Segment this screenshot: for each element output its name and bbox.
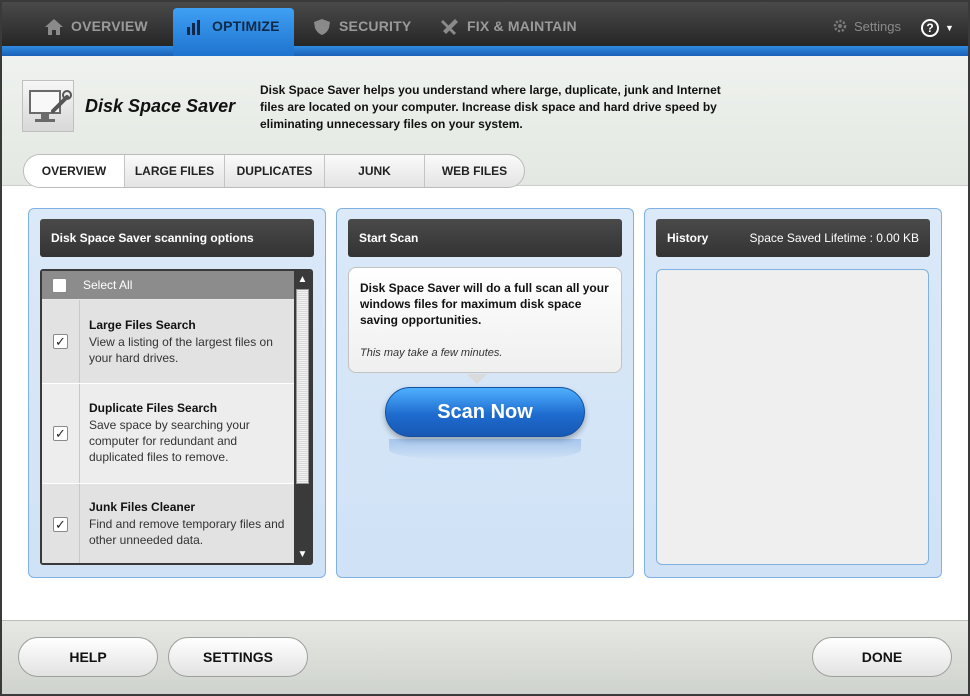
- option-text: Duplicate Files Search Save space by sea…: [89, 401, 288, 465]
- settings-label: Settings: [854, 18, 901, 34]
- option-title: Large Files Search: [89, 318, 196, 332]
- tools-icon: [441, 19, 458, 35]
- scan-now-button[interactable]: Scan Now: [385, 387, 585, 437]
- chevron-down-icon: ▼: [945, 23, 954, 33]
- option-text: Large Files Search View a listing of the…: [89, 318, 288, 366]
- scan-info-bubble: Disk Space Saver will do a full scan all…: [348, 267, 622, 373]
- checkbox-cell: ✓: [42, 484, 80, 563]
- panel-heading-bar: History Space Saved Lifetime : 0.00 KB: [656, 219, 930, 257]
- list-item: ✓ Large Files Search View a listing of t…: [42, 300, 296, 384]
- nav-tab-label: FIX & MAINTAIN: [467, 18, 577, 34]
- select-all-label: Select All: [83, 278, 133, 292]
- help-icon: ?: [921, 19, 939, 37]
- list-item: ✓ Junk Files Cleaner Find and remove tem…: [42, 484, 296, 563]
- scroll-thumb[interactable]: [296, 289, 309, 484]
- checkbox-cell: ✓: [42, 384, 80, 483]
- subtab-large-files[interactable]: LARGE FILES: [124, 155, 224, 187]
- nav-tab-optimize[interactable]: OPTIMIZE: [173, 8, 294, 56]
- history-panel: History Space Saved Lifetime : 0.00 KB: [644, 208, 942, 578]
- subtab-junk[interactable]: JUNK: [324, 155, 424, 187]
- option-title: Duplicate Files Search: [89, 401, 218, 415]
- monitor-wrench-icon: [22, 80, 74, 132]
- nav-tab-label: OPTIMIZE: [212, 18, 280, 34]
- gear-icon: [833, 19, 847, 33]
- panel-heading: Disk Space Saver scanning options: [40, 219, 314, 257]
- junk-files-checkbox[interactable]: ✓: [53, 517, 68, 532]
- space-saved-readout: Space Saved Lifetime : 0.00 KB: [750, 231, 919, 245]
- scroll-up-icon[interactable]: ▲: [294, 271, 311, 288]
- option-description: Find and remove temporary files and othe…: [89, 517, 285, 547]
- scroll-down-icon[interactable]: ▼: [294, 546, 311, 563]
- scrollbar[interactable]: ▲ ▼: [294, 271, 311, 563]
- scan-button-reflection: [389, 439, 581, 461]
- home-icon: [45, 19, 63, 35]
- option-text: Junk Files Cleaner Find and remove tempo…: [89, 500, 288, 548]
- help-menu-button[interactable]: ? ▼: [921, 19, 954, 37]
- scanning-options-panel: Disk Space Saver scanning options Select…: [28, 208, 326, 578]
- subtab-web-files[interactable]: WEB FILES: [424, 155, 524, 187]
- duplicate-files-checkbox[interactable]: ✓: [53, 426, 68, 441]
- option-description: View a listing of the largest files on y…: [89, 335, 273, 365]
- subtab-bar: OVERVIEW LARGE FILES DUPLICATES JUNK WEB…: [23, 154, 525, 188]
- option-title: Junk Files Cleaner: [89, 500, 196, 514]
- subtab-overview[interactable]: OVERVIEW: [24, 155, 124, 187]
- space-saved-value: 0.00 KB: [876, 231, 919, 245]
- nav-tab-security[interactable]: SECURITY: [312, 8, 411, 56]
- nav-tab-fix-maintain[interactable]: FIX & MAINTAIN: [440, 8, 577, 56]
- done-button[interactable]: DONE: [812, 637, 952, 677]
- scan-options-list: Select All ✓ Large Files Search View a l…: [40, 269, 313, 565]
- panel-heading: Start Scan: [348, 219, 622, 257]
- checkbox-cell: ✓: [42, 300, 80, 383]
- settings-button[interactable]: SETTINGS: [168, 637, 308, 677]
- option-description: Save space by searching your computer fo…: [89, 418, 250, 464]
- nav-tab-label: SECURITY: [339, 18, 412, 34]
- select-all-row[interactable]: Select All: [42, 271, 296, 299]
- scan-description: Disk Space Saver will do a full scan all…: [360, 281, 609, 327]
- nav-tab-overview[interactable]: OVERVIEW: [44, 8, 148, 56]
- bar-chart-icon: [187, 20, 200, 35]
- page-title: Disk Space Saver: [85, 96, 236, 116]
- settings-link[interactable]: Settings: [832, 18, 901, 34]
- help-button[interactable]: HELP: [18, 637, 158, 677]
- list-item: ✓ Duplicate Files Search Save space by s…: [42, 384, 296, 484]
- shield-icon: [314, 19, 330, 35]
- bubble-tail: [467, 374, 487, 384]
- scan-note: This may take a few minutes.: [360, 347, 503, 359]
- large-files-checkbox[interactable]: ✓: [53, 334, 68, 349]
- start-scan-panel: Start Scan Disk Space Saver will do a fu…: [336, 208, 634, 578]
- space-saved-label: Space Saved Lifetime :: [749, 231, 873, 245]
- history-heading: History: [667, 231, 709, 245]
- nav-tab-label: OVERVIEW: [71, 18, 148, 34]
- history-list: [656, 269, 929, 565]
- select-all-checkbox[interactable]: [52, 277, 67, 293]
- subtab-duplicates[interactable]: DUPLICATES: [224, 155, 324, 187]
- page-description: Disk Space Saver helps you understand wh…: [260, 83, 721, 131]
